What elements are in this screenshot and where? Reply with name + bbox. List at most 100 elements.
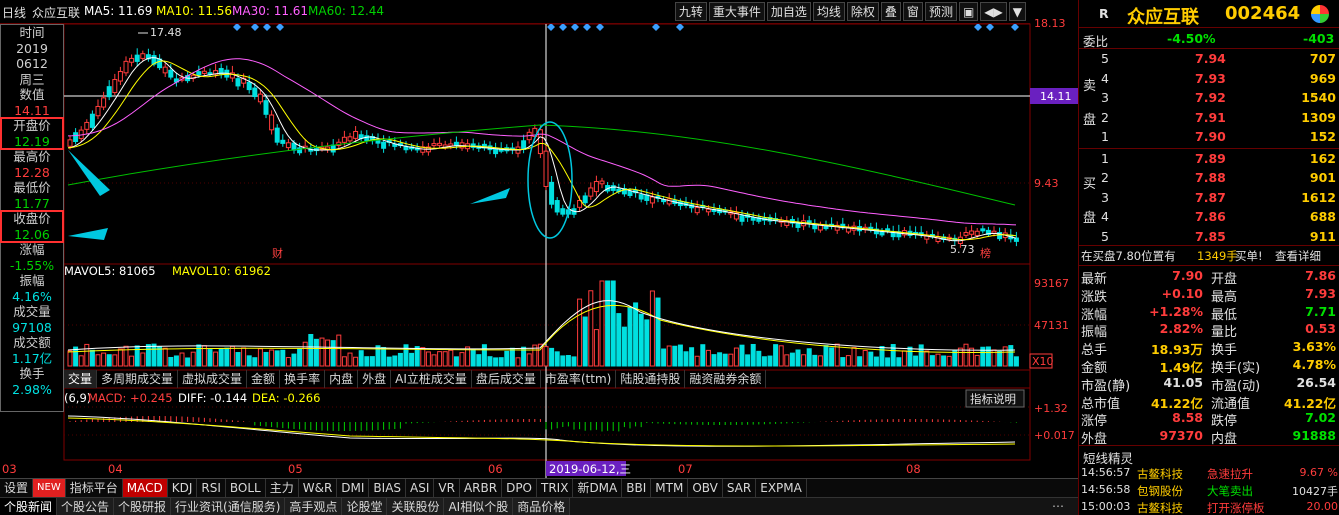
- tab-industry-news[interactable]: 行业资讯(通信服务): [171, 498, 286, 515]
- tab-multi-period-volume[interactable]: 多周期成交量: [97, 370, 179, 388]
- tab-trix[interactable]: TRIX: [537, 479, 574, 497]
- chevron-down-icon[interactable]: ▼: [1008, 2, 1026, 21]
- kline-chart[interactable]: 18.13 14.11 9.43 17.48 5.73 财 榜 MAVOL5: …: [0, 0, 1078, 480]
- ex-rights-button[interactable]: 除权: [846, 2, 879, 21]
- volume-bar: [313, 338, 319, 367]
- tab-arbr[interactable]: ARBR: [460, 479, 503, 497]
- volume-bar: [297, 348, 303, 367]
- major-events-button[interactable]: 重大事件: [708, 2, 765, 21]
- ask-row[interactable]: 3 7.92 1540: [1079, 88, 1339, 107]
- ma-button[interactable]: 均线: [812, 2, 845, 21]
- volume-bar: [162, 347, 168, 367]
- tab-boll[interactable]: BOLL: [226, 479, 266, 497]
- tab-sar[interactable]: SAR: [723, 479, 757, 497]
- stat-row[interactable]: 市盈(静) 41.05 市盈(动) 26.54: [1079, 373, 1339, 394]
- period-label[interactable]: 日线: [2, 4, 26, 21]
- tab-ai-volume[interactable]: AI立桩成交量: [391, 370, 472, 388]
- date-value: 0612: [16, 56, 48, 71]
- tab-kdj[interactable]: KDJ: [168, 479, 198, 497]
- jiuzhuan-button[interactable]: 九转: [674, 2, 707, 21]
- tab-announcements[interactable]: 个股公告: [57, 498, 115, 515]
- stat-row[interactable]: 涨幅 +1.28% 最低 7.71: [1079, 302, 1339, 323]
- bid-row[interactable]: 1 7.89 162: [1079, 149, 1339, 168]
- alert-row[interactable]: 15:00:03 古鳌科技 打开涨停板 20.00: [1079, 498, 1339, 515]
- tab-ai-similar[interactable]: AI相似个股: [444, 498, 514, 515]
- volume-bar: [257, 348, 263, 367]
- tab-volume[interactable]: 交量: [64, 370, 98, 388]
- tab-main-force[interactable]: 主力: [266, 479, 299, 497]
- value-value: 14.11: [14, 102, 50, 118]
- tab-research[interactable]: 个股研报: [114, 498, 172, 515]
- level: 4: [1101, 70, 1109, 86]
- volume-bar: [1008, 345, 1014, 367]
- indicator-help-button[interactable]: 指标说明: [970, 392, 1016, 406]
- volume-bar: [974, 354, 980, 367]
- bid-row[interactable]: 3 7.87 1612: [1079, 188, 1339, 207]
- tab-inner[interactable]: 内盘: [325, 370, 359, 388]
- volume-bar: [325, 339, 331, 367]
- tab-macd[interactable]: MACD: [122, 479, 168, 497]
- bid-volume: 901: [1309, 170, 1336, 186]
- more-icon[interactable]: ⋯: [1052, 499, 1064, 513]
- bid-row[interactable]: 2 7.88 901: [1079, 168, 1339, 187]
- volume-bar: [767, 355, 773, 367]
- tab-outer[interactable]: 外盘: [358, 370, 392, 388]
- tab-obv[interactable]: OBV: [688, 479, 723, 497]
- tab-northbound-holdings[interactable]: 陆股通持股: [616, 370, 686, 388]
- candle-body: [694, 207, 700, 214]
- ask-row[interactable]: 5 7.94 707: [1079, 49, 1339, 68]
- volume-bar: [918, 344, 924, 367]
- tab-vr[interactable]: VR: [434, 479, 460, 497]
- tab-margin-balance[interactable]: 融资融券余额: [685, 370, 767, 388]
- financial-report-marker[interactable]: 财: [272, 246, 283, 260]
- stat-row[interactable]: 涨跌 +0.10 最高 7.93: [1079, 284, 1339, 305]
- stat-row[interactable]: 总手 18.93万 换手 3.63%: [1079, 337, 1339, 358]
- forecast-button[interactable]: 预测: [924, 2, 957, 21]
- overlay-button[interactable]: 叠: [880, 2, 901, 21]
- add-watchlist-button[interactable]: 加自选: [766, 2, 811, 21]
- stat-row[interactable]: 涨停 8.58 跌停 7.02: [1079, 408, 1339, 429]
- tab-turnover[interactable]: 换手率: [280, 370, 326, 388]
- tab-dpo[interactable]: DPO: [502, 479, 537, 497]
- volume-bar: [218, 348, 224, 367]
- tab-amount[interactable]: 金额: [247, 370, 281, 388]
- ask-row[interactable]: 1 7.90 152: [1079, 127, 1339, 146]
- tab-bbi[interactable]: BBI: [622, 479, 652, 497]
- tab-stock-news[interactable]: 个股新闻: [0, 498, 58, 515]
- stat-row[interactable]: 总市值 41.22亿 流通值 41.22亿: [1079, 391, 1339, 412]
- indicator-platform-button[interactable]: 指标平台: [66, 479, 123, 497]
- lock-icon[interactable]: ▣: [958, 2, 979, 21]
- tab-after-hours-volume[interactable]: 盘后成交量: [472, 370, 541, 388]
- arrows-icon[interactable]: ◀▶: [980, 2, 1007, 21]
- view-detail-link[interactable]: 查看详细: [1275, 248, 1321, 264]
- tab-forum[interactable]: 论股堂: [342, 498, 388, 515]
- bid-row[interactable]: 4 7.86 688: [1079, 207, 1339, 226]
- tab-bias[interactable]: BIAS: [369, 479, 407, 497]
- indicator-bar: 设置 NEW 指标平台 MACD KDJ RSI BOLL 主力 W&R DMI…: [0, 478, 1078, 497]
- tab-wr[interactable]: W&R: [299, 479, 338, 497]
- stat-row[interactable]: 振幅 2.82% 量比 0.53: [1079, 319, 1339, 340]
- tab-new-dma[interactable]: 新DMA: [573, 479, 623, 497]
- tab-asi[interactable]: ASI: [406, 479, 435, 497]
- bid-row[interactable]: 5 7.85 911: [1079, 227, 1339, 246]
- stat-row[interactable]: 外盘 97370 内盘 91888: [1079, 426, 1339, 447]
- tab-expert-views[interactable]: 高手观点: [285, 498, 343, 515]
- tab-pe-ttm[interactable]: 市盈率(ttm): [541, 370, 617, 388]
- pie-icon[interactable]: [1311, 5, 1329, 23]
- dragon-tiger-list-marker[interactable]: 榜: [980, 246, 991, 260]
- tab-virtual-volume[interactable]: 虚拟成交量: [178, 370, 248, 388]
- tab-related-shares[interactable]: 关联股份: [387, 498, 445, 515]
- stat-row[interactable]: 最新 7.90 开盘 7.86: [1079, 266, 1339, 287]
- tab-mtm[interactable]: MTM: [651, 479, 689, 497]
- settings-button[interactable]: 设置: [0, 479, 34, 497]
- stat-row[interactable]: 金额 1.49亿 换手(实) 4.78%: [1079, 355, 1339, 376]
- tab-rsi[interactable]: RSI: [197, 479, 226, 497]
- tab-commodity-prices[interactable]: 商品价格: [513, 498, 571, 515]
- volume-bar: [207, 349, 213, 367]
- level: 1: [1101, 129, 1109, 145]
- tab-expma[interactable]: EXPMA: [756, 479, 807, 497]
- tab-dmi[interactable]: DMI: [337, 479, 370, 497]
- ask-row[interactable]: 4 7.93 969: [1079, 69, 1339, 88]
- window-button[interactable]: 窗: [902, 2, 923, 21]
- ask-row[interactable]: 2 7.91 1309: [1079, 108, 1339, 127]
